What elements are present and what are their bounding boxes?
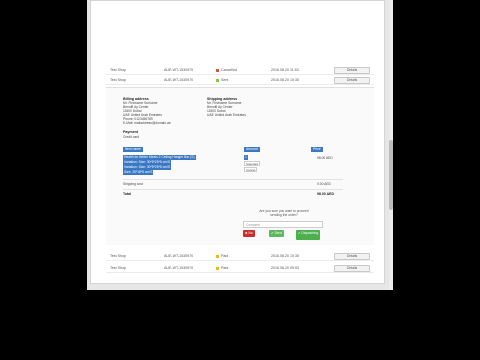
divider [123,189,343,190]
item-amount: 1 [244,155,248,160]
billing-line: E-Mail: mailaddress@domain.ae [123,121,171,125]
dispatch-button[interactable]: ✔ Dispatching [296,230,321,240]
item-name-line: Size: 25*18*5 cm/S [123,170,154,175]
cancel-button[interactable]: ✖ No [243,230,255,237]
details-button[interactable]: Details [334,265,370,272]
shop-name: Test Shop [110,266,126,270]
table-row[interactable]: Test Shop AUE-WT-1530970 Sent 2016.08.20… [106,77,374,85]
shop-name: Test Shop [110,78,126,82]
status-dot-icon [216,78,219,82]
order-status: Paid [216,254,228,258]
status-dot-icon [216,68,219,72]
order-date: 2016.08.20 10:35 [271,254,299,258]
comment-input[interactable]: Comment [243,221,323,228]
shipping-line: UAE United Arab Emirates [207,113,246,117]
shipping-cost-value: 0.00 AED [317,182,331,186]
video-frame: Test Shop AUE-WT-1530970 Cancelled 2016.… [0,0,480,360]
total-value: 98.00 AED [317,192,334,196]
details-button[interactable]: Details [334,253,370,260]
order-status: Paid [216,266,228,270]
order-date: 2016.08.20 09:53 [271,266,299,270]
order-date: 2016.08.20 10:35 [271,78,299,82]
shop-name: Test Shop [110,254,126,258]
table-row[interactable]: Test Shop AUE-WT-1530970 Paid 2016.08.20… [106,253,374,261]
order-date: 2016.08.20 11:53 [271,68,299,72]
item-name-header: Item name [123,147,144,152]
order-id: AUE-WT-1530970 [164,68,194,72]
status-dot-icon [216,254,219,258]
shop-name: Test Shop [110,68,126,72]
shipping-address: Shipping address Mr. Firstname Surname B… [207,97,246,117]
status-select-1[interactable]: Standard [244,161,261,166]
amount-header: Amount [244,147,260,152]
confirm-text: Are you sure you want to proceed sending… [259,209,309,217]
send-button[interactable]: ✔ Send [269,230,285,237]
status-select-2[interactable]: Cancel [244,167,258,172]
table-row[interactable]: Test Shop AUE-WT-1530970 Paid 2016.08.20… [106,265,374,273]
order-status: Sent [216,78,228,82]
orders-panel: Test Shop AUE-WT-1530970 Cancelled 2016.… [90,0,385,284]
divider [123,179,343,180]
order-status: Cancelled [216,68,237,72]
order-detail-panel: Billing address Mr. Firstname Surname Be… [106,87,374,245]
scrollbar-thumb[interactable] [389,140,393,210]
payment-title: Payment [123,130,138,134]
shipping-cost-label: Shipping cost [123,182,143,186]
status-dot-icon [216,266,219,270]
order-id: AUE-WT-1530970 [164,78,194,82]
order-id: AUE-WT-1530970 [164,266,194,270]
price-header: Price [311,147,323,152]
billing-address: Billing address Mr. Firstname Surname Be… [123,97,171,125]
total-label: Total [123,192,132,196]
details-button[interactable]: Details [334,77,370,84]
table-row[interactable]: Test Shop AUE-WT-1530970 Cancelled 2016.… [106,67,374,75]
item-price: 98.00 AED [317,156,333,160]
order-id: AUE-WT-1530970 [164,254,194,258]
payment-method: Credit card [123,135,140,139]
details-button[interactable]: Details [334,67,370,74]
browser-page: Test Shop AUE-WT-1530970 Cancelled 2016.… [87,0,393,290]
